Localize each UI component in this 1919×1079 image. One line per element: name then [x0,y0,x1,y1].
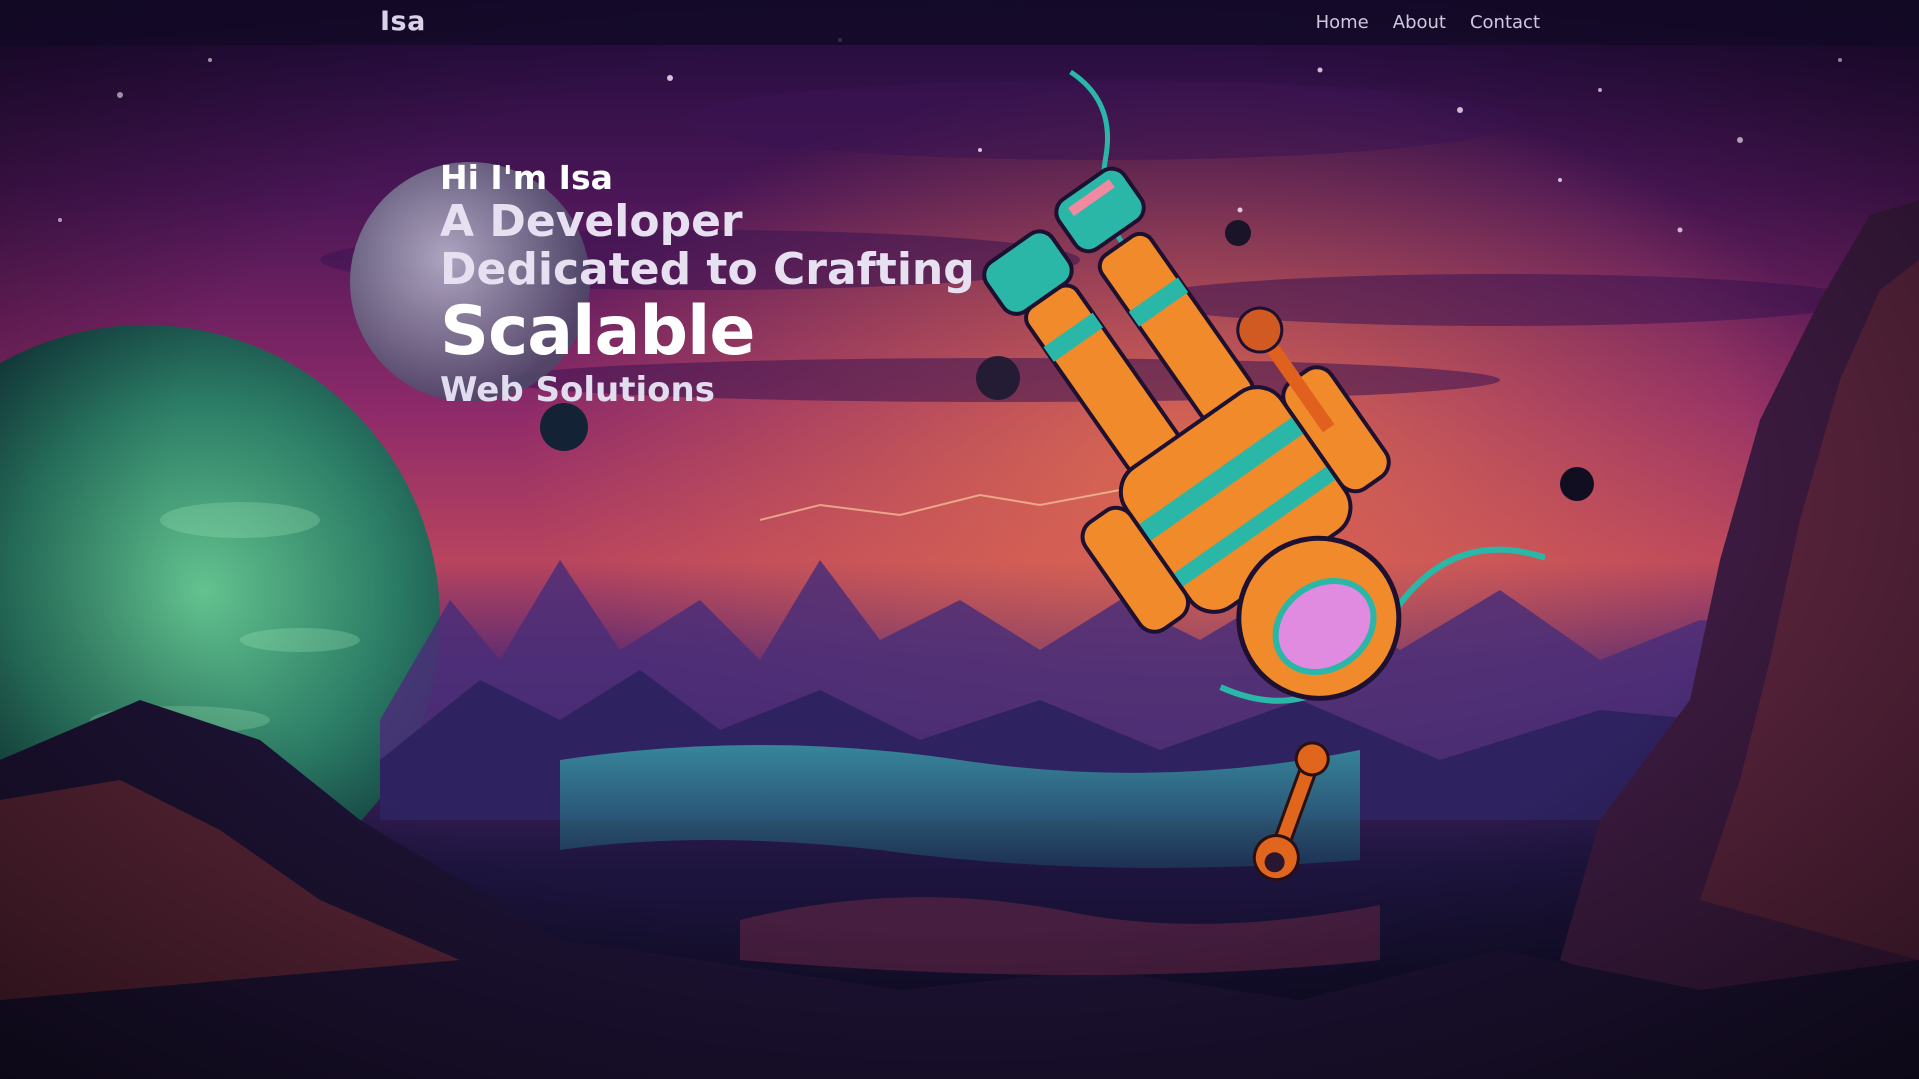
top-navbar: Isa Home About Contact [0,0,1919,45]
hero-greeting: Hi I'm Isa [440,158,613,197]
nav-home-link[interactable]: Home [1316,12,1369,33]
page: Isa Home About Contact Hi I'm Isa A Deve… [0,0,1919,1079]
nav-contact-link[interactable]: Contact [1470,12,1540,33]
hero-line-1: A Developer [440,196,743,247]
hero-line-2: Dedicated to Crafting [440,244,975,295]
hero-text: Hi I'm Isa A Developer Dedicated to Craf… [440,158,975,410]
hero-highlight: Scalable [440,292,755,371]
hero-line-3: Web Solutions [440,370,715,410]
nav-about-link[interactable]: About [1393,12,1446,33]
main-nav: Home About Contact [1316,12,1540,33]
site-logo[interactable]: Isa [380,6,426,37]
